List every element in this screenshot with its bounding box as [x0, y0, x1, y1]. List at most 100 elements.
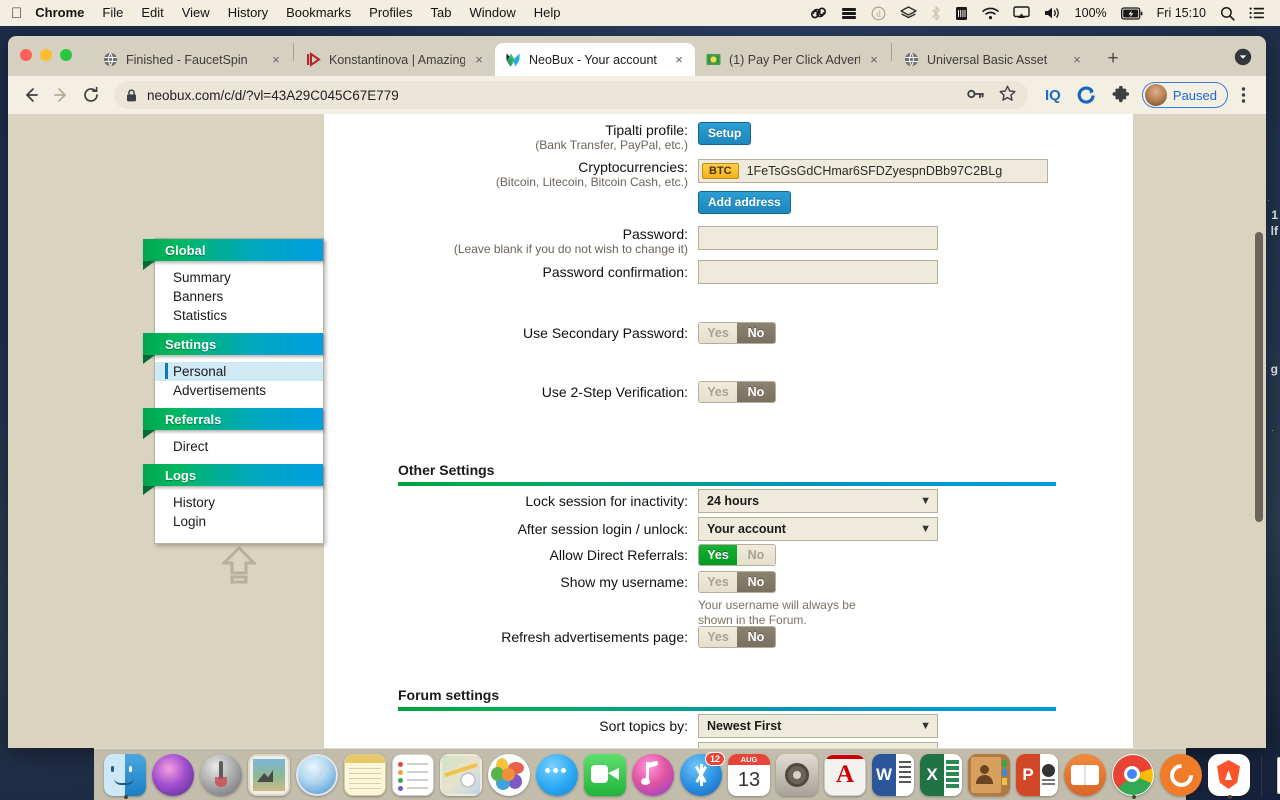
page-scrollbar[interactable]: [1251, 114, 1266, 748]
dock-item-safari[interactable]: [296, 754, 340, 798]
minimize-window-button[interactable]: [40, 49, 52, 61]
drawers-icon[interactable]: [834, 6, 864, 20]
back-arrow-icon[interactable]: [16, 80, 46, 110]
close-tab-icon[interactable]: ×: [1069, 52, 1085, 68]
toggle-yes-option[interactable]: Yes: [699, 382, 737, 402]
dock-item-finder[interactable]: [104, 754, 148, 799]
toggle-no-option[interactable]: No: [737, 323, 775, 343]
close-tab-icon[interactable]: ×: [866, 52, 882, 68]
lock-session-select[interactable]: 24 hours ▼: [698, 489, 938, 513]
wifi-icon[interactable]: [975, 7, 1006, 20]
menubar-app-name[interactable]: Chrome: [35, 0, 93, 26]
sidebar-item-history[interactable]: History: [155, 493, 323, 512]
menubar-item-history[interactable]: History: [219, 0, 277, 26]
battery-meter-icon[interactable]: [948, 6, 975, 21]
toggle-no-option[interactable]: No: [737, 572, 775, 592]
dock-item-powerpoint[interactable]: P: [1016, 754, 1060, 798]
dock-item-excel[interactable]: X: [920, 754, 964, 798]
dock-item-calendar[interactable]: AUG 13: [728, 754, 772, 798]
dropbox-d-icon[interactable]: d: [864, 6, 893, 21]
toggle-no-option[interactable]: No: [737, 545, 775, 565]
toggle-no-option[interactable]: No: [737, 627, 775, 647]
browser-tab-faucetspin[interactable]: Finished - FaucetSpin ×: [92, 43, 292, 76]
close-window-button[interactable]: [20, 49, 32, 61]
puzzle-extensions-icon[interactable]: [1106, 80, 1136, 110]
two-step-verification-toggle[interactable]: Yes No: [698, 381, 776, 403]
dock-item-itunes[interactable]: [632, 754, 676, 798]
toggle-yes-option[interactable]: Yes: [699, 627, 737, 647]
sidebar-item-personal[interactable]: Personal: [155, 362, 323, 381]
dock-item-facetime[interactable]: [584, 754, 628, 798]
dock-item-contacts[interactable]: [968, 754, 1012, 798]
password-input[interactable]: [698, 226, 938, 250]
close-tab-icon[interactable]: ×: [471, 52, 487, 68]
dock-item-photos[interactable]: [488, 754, 532, 798]
c-extension-icon[interactable]: [1072, 80, 1102, 110]
toggle-yes-option[interactable]: Yes: [699, 323, 737, 343]
password-key-icon[interactable]: [967, 87, 985, 104]
dock-item-app-store[interactable]: 12: [680, 752, 725, 798]
tipalti-setup-button[interactable]: Setup: [698, 122, 752, 145]
airplay-icon[interactable]: [1006, 6, 1037, 20]
menubar-item-bookmarks[interactable]: Bookmarks: [277, 0, 360, 26]
volume-icon[interactable]: [1037, 6, 1068, 20]
menubar-item-window[interactable]: Window: [461, 0, 525, 26]
dock-item-documents-stack[interactable]: [1271, 754, 1280, 798]
bluetooth-icon[interactable]: [924, 5, 948, 21]
dock-item-mail[interactable]: [248, 754, 292, 798]
bookmark-star-icon[interactable]: [999, 85, 1016, 105]
profile-paused-button[interactable]: Paused: [1141, 82, 1228, 108]
dock-item-word[interactable]: W: [872, 754, 916, 798]
menubar-item-file[interactable]: File: [93, 0, 132, 26]
dock-item-launchpad[interactable]: [200, 754, 244, 798]
allow-direct-referrals-toggle[interactable]: Yes No: [698, 544, 776, 566]
creative-cloud-icon[interactable]: [803, 6, 834, 20]
dock-item-siri[interactable]: [152, 754, 196, 798]
window-controls[interactable]: [20, 49, 72, 61]
sidebar-item-login[interactable]: Login: [155, 512, 323, 531]
close-tab-icon[interactable]: ×: [268, 52, 284, 68]
menubar-clock[interactable]: Fri 15:10: [1150, 6, 1213, 20]
dock-item-brave[interactable]: [1208, 754, 1252, 799]
browser-tab-neobux[interactable]: NeoBux - Your account ×: [495, 43, 695, 76]
refresh-advertisements-toggle[interactable]: Yes No: [698, 626, 776, 648]
dock-item-coinbase[interactable]: [1160, 754, 1204, 798]
address-bar[interactable]: neobux.com/c/d/?vl=43A29C045C67E779: [114, 81, 1028, 109]
battery-charging-icon[interactable]: [1114, 6, 1150, 20]
menubar-item-edit[interactable]: Edit: [132, 0, 172, 26]
spotlight-search-icon[interactable]: [1213, 6, 1242, 21]
reload-icon[interactable]: [76, 80, 106, 110]
browser-tab-konstantinova[interactable]: Konstantinova | Amazing T ×: [295, 43, 495, 76]
page-scrollbar-thumb[interactable]: [1255, 232, 1263, 522]
dock-item-chrome[interactable]: [1112, 754, 1156, 799]
dock-item-maps[interactable]: [440, 754, 484, 798]
toggle-yes-option[interactable]: Yes: [699, 545, 737, 565]
dock-item-reminders[interactable]: [392, 754, 436, 798]
secondary-password-toggle[interactable]: Yes No: [698, 322, 776, 344]
layers-icon[interactable]: [893, 5, 924, 21]
maximize-window-button[interactable]: [60, 49, 72, 61]
crypto-address-field[interactable]: BTC 1FeTsGsGdCHmar6SFDZyespnDBb97C2BLg: [698, 159, 1048, 183]
three-dot-menu-icon[interactable]: [1228, 80, 1258, 110]
show-username-toggle[interactable]: Yes No: [698, 571, 776, 593]
dock-item-notes[interactable]: [344, 754, 388, 798]
add-address-button[interactable]: Add address: [698, 191, 791, 214]
iq-extension-icon[interactable]: IQ: [1038, 80, 1068, 110]
sidebar-item-statistics[interactable]: Statistics: [155, 306, 323, 325]
toggle-no-option[interactable]: No: [737, 382, 775, 402]
sidebar-item-summary[interactable]: Summary: [155, 268, 323, 287]
sidebar-item-direct[interactable]: Direct: [155, 437, 323, 456]
dock-item-ibooks[interactable]: [1064, 754, 1108, 798]
sidebar-item-advertisements[interactable]: Advertisements: [155, 381, 323, 400]
dock-item-acrobat-reader[interactable]: A: [824, 754, 868, 798]
dock-item-messages[interactable]: [536, 754, 580, 798]
browser-tab-universal-basic-asset[interactable]: Universal Basic Asset ×: [893, 43, 1093, 76]
tab-search-chevron-icon[interactable]: [1230, 44, 1256, 70]
menubar-item-profiles[interactable]: Profiles: [360, 0, 421, 26]
after-session-login-select[interactable]: Your account ▼: [698, 517, 938, 541]
menubar-item-help[interactable]: Help: [525, 0, 570, 26]
close-tab-icon[interactable]: ×: [671, 52, 687, 68]
browser-tab-ppc[interactable]: (1) Pay Per Click Advertisin ×: [695, 43, 890, 76]
menubar-item-view[interactable]: View: [173, 0, 219, 26]
password-confirmation-input[interactable]: [698, 260, 938, 284]
